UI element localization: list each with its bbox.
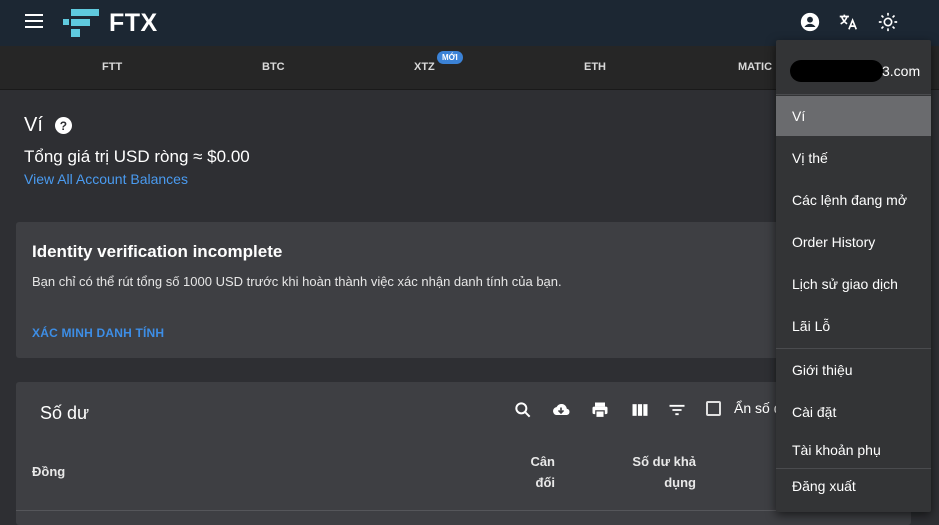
menu-icon[interactable] (25, 14, 45, 30)
menu-item-logout[interactable]: Đăng xuất (776, 466, 931, 506)
translate-icon[interactable] (837, 11, 859, 33)
print-icon[interactable] (590, 400, 610, 420)
ftx-logo[interactable]: FTX (63, 7, 158, 39)
account-icon[interactable] (799, 11, 821, 33)
view-all-balances-link[interactable]: View All Account Balances (24, 171, 188, 187)
theme-icon[interactable] (877, 11, 899, 33)
column-header-available[interactable]: Số dư khả dụng (616, 451, 696, 493)
ftx-logo-mark (63, 9, 99, 37)
column-header-balance[interactable]: Cân đối (525, 451, 555, 493)
menu-item-subaccounts[interactable]: Tài khoản phụ (776, 430, 931, 470)
market-item-ftt[interactable]: FTT (102, 61, 122, 73)
menu-item-trade-history[interactable]: Lịch sử giao dịch (776, 264, 931, 304)
column-header-available-line1: Số dư khả (632, 454, 696, 469)
verify-identity-link[interactable]: XÁC MINH DANH TÍNH (32, 326, 164, 340)
menu-item-wallet[interactable]: Ví (776, 96, 931, 136)
menu-item-settings[interactable]: Cài đặt (776, 392, 931, 432)
column-header-balance-line1: Cân (530, 454, 555, 469)
menu-item-open-orders[interactable]: Các lệnh đang mở (776, 180, 931, 220)
market-item-eth[interactable]: ETH (584, 61, 606, 73)
search-icon[interactable] (513, 400, 533, 420)
menu-item-referrals[interactable]: Giới thiệu (776, 350, 931, 390)
page-title: Ví ? (24, 114, 72, 137)
net-usd-value: Tổng giá trị USD ròng ≈ $0.00 (24, 147, 250, 166)
columns-icon[interactable] (630, 400, 650, 420)
menu-item-pnl[interactable]: Lãi Lỗ (776, 306, 931, 346)
menu-item-positions[interactable]: Vị thế (776, 138, 931, 178)
logo-text: FTX (109, 8, 158, 37)
menu-divider (776, 348, 931, 349)
filter-icon[interactable] (667, 400, 687, 420)
redacted-email-mask (790, 60, 883, 82)
column-header-coin[interactable]: Đồng (32, 461, 65, 482)
cloud-download-icon[interactable] (551, 400, 571, 420)
column-header-available-line2: dụng (664, 475, 696, 490)
account-email: 3.com (882, 63, 921, 79)
market-item-btc[interactable]: BTC (262, 61, 285, 73)
market-item-matic[interactable]: MATIC (738, 61, 772, 73)
account-dropdown-menu: 3.com Ví Vị thế Các lệnh đang mở Order H… (776, 40, 931, 512)
column-header-balance-line2: đối (535, 475, 556, 490)
help-icon[interactable]: ? (54, 117, 72, 134)
column-header-coin-text: Đồng (32, 464, 66, 479)
balances-title: Số dư (40, 403, 90, 423)
new-badge: MỚI (437, 51, 463, 64)
identity-verification-card: Identity verification incomplete Bạn chỉ… (16, 222, 806, 358)
identity-card-title: Identity verification incomplete (32, 242, 283, 261)
hide-balances-checkbox[interactable] (706, 401, 721, 416)
menu-divider (776, 94, 931, 95)
menu-item-order-history[interactable]: Order History (776, 222, 931, 262)
market-item-xtz[interactable]: XTZ (414, 61, 435, 73)
wallet-title-text: Ví (24, 114, 43, 136)
identity-card-description: Bạn chỉ có thể rút tổng số 1000 USD trướ… (32, 274, 562, 289)
